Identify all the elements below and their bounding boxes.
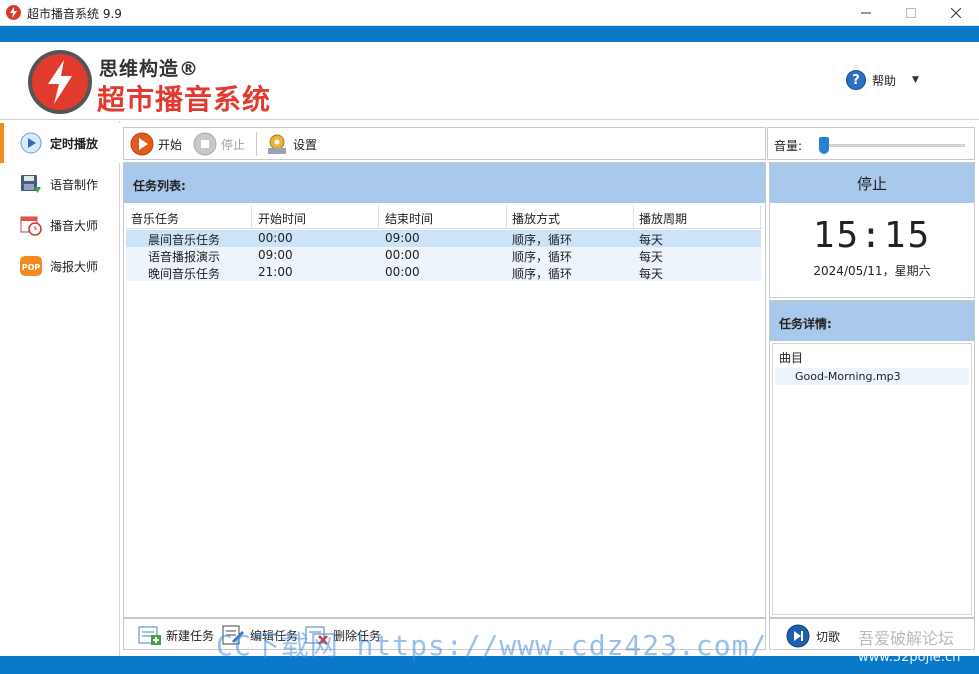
column-header-end[interactable]: 结束时间 [385,210,433,230]
table-row[interactable]: 晚间音乐任务 21:00 00:00 顺序，循环 每天 [126,264,761,281]
task-list-panel: 任务列表: 音乐任务 开始时间 结束时间 播放方式 播放周期 晨间音乐任务 00… [123,162,766,618]
calendar-clock-icon [20,216,42,236]
stop-icon [193,132,217,156]
volume-control: 音量: [767,127,975,160]
table-header: 音乐任务 开始时间 结束时间 播放方式 播放周期 [126,205,763,229]
watermark-url: www.52pojie.cn [858,650,961,665]
volume-slider-track[interactable] [820,144,965,147]
brand-logo [28,50,92,114]
main-toolbar: 开始 停止 设置 [123,127,766,160]
volume-slider-thumb[interactable] [819,137,829,154]
sidebar-item-broadcast-master[interactable]: 播音大师 [0,205,120,245]
lightning-icon [48,60,72,104]
settings-button[interactable]: 设置 [265,132,317,156]
clock-date: 2024/05/11，星期六 [813,264,931,278]
new-task-button[interactable]: 新建任务 [138,624,214,646]
playback-status: 停止 [770,163,974,203]
volume-label: 音量: [774,139,803,153]
watermark-text: CC下载网 https://www.cdz423.com/ [216,629,768,662]
next-track-icon [786,624,810,648]
table-row[interactable]: 语音播报演示 09:00 00:00 顺序，循环 每天 [126,247,761,264]
column-header-cycle[interactable]: 播放周期 [639,210,687,230]
list-item[interactable]: Good-Morning.mp3 [775,368,969,385]
maximize-button[interactable] [888,0,934,26]
start-button[interactable]: 开始 [130,132,182,156]
sidebar: 定时播放 语音制作 播音大师 POP 海报大师 [0,121,120,656]
clock-panel: 停止 15:15 2024/05/11，星期六 [769,162,975,298]
brand-title: 超市播音系统 [97,83,272,116]
column-header-start[interactable]: 开始时间 [258,210,306,230]
title-bar: 超市播音系统 9.9 [0,0,979,26]
sidebar-item-poster-master[interactable]: POP 海报大师 [0,246,120,286]
top-accent-bar [0,26,979,42]
help-label: 帮助 [872,73,897,88]
clock-time: 15:15 [812,215,932,256]
app-icon [6,5,21,20]
sidebar-item-voice-making[interactable]: 语音制作 [0,164,120,204]
sidebar-item-scheduled-play[interactable]: 定时播放 [0,123,120,163]
svg-text:POP: POP [22,263,41,272]
maximize-icon [906,8,916,18]
task-list-header: 任务列表: [124,163,765,203]
table-row[interactable]: 晨间音乐任务 00:00 09:00 顺序，循环 每天 [126,230,761,247]
track-list: 曲目 Good-Morning.mp3 [772,343,972,615]
switch-track-button[interactable]: 切歌 [786,624,840,648]
minimize-icon [861,12,871,14]
task-detail-header: 任务详情: [770,301,974,341]
toolbar-separator [256,132,257,156]
close-icon [951,8,961,18]
app-header: 思维构造® 超市播音系统 ? 帮助 ▼ [0,42,979,120]
gear-icon [268,134,286,154]
brand-subtitle: 思维构造® [99,58,200,80]
close-button[interactable] [933,0,979,26]
minimize-button[interactable] [843,0,889,26]
add-task-icon [138,626,161,645]
column-header-mode[interactable]: 播放方式 [512,210,560,230]
watermark-forum: 吾爱破解论坛 [858,629,955,648]
chevron-down-icon: ▼ [912,75,919,85]
stop-button[interactable]: 停止 [193,132,245,156]
help-menu[interactable]: ? 帮助 ▼ [846,70,919,90]
play-icon [130,132,154,156]
play-circle-icon [20,132,42,154]
column-header-task[interactable]: 音乐任务 [131,210,179,230]
pop-poster-icon: POP [20,256,42,276]
window-title: 超市播音系统 9.9 [27,7,122,21]
task-detail-panel: 任务详情: 曲目 Good-Morning.mp3 [769,300,975,618]
help-question-icon: ? [846,70,866,90]
track-column-header: 曲目 [779,351,804,365]
voice-disk-icon [21,175,41,193]
